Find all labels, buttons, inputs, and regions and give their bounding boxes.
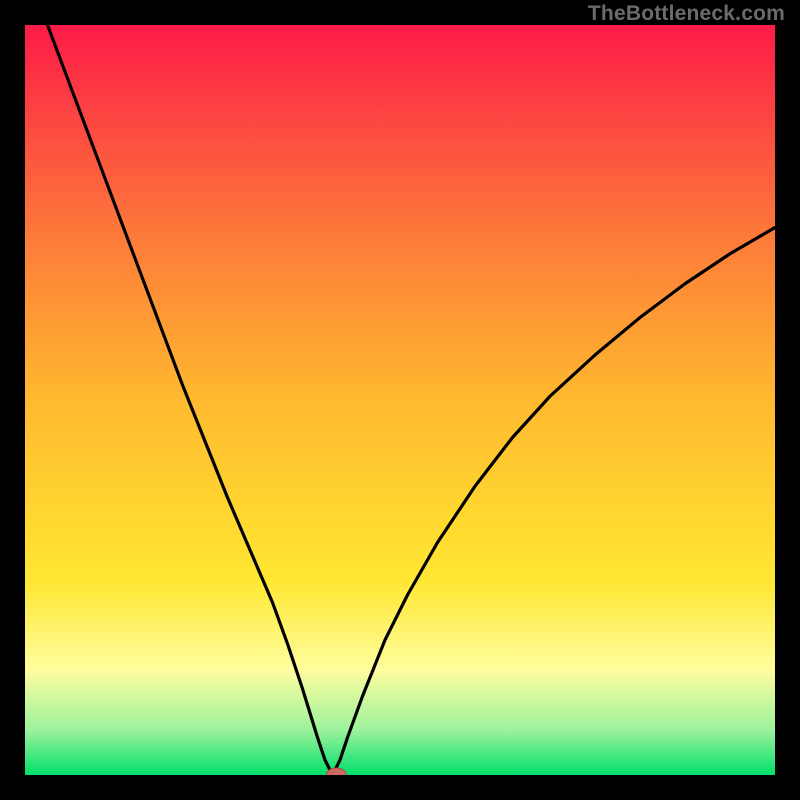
chart-svg	[25, 25, 775, 775]
plot-area	[25, 25, 775, 775]
gradient-background	[25, 25, 775, 775]
watermark-text: TheBottleneck.com	[588, 2, 785, 26]
chart-frame: TheBottleneck.com	[0, 0, 800, 800]
